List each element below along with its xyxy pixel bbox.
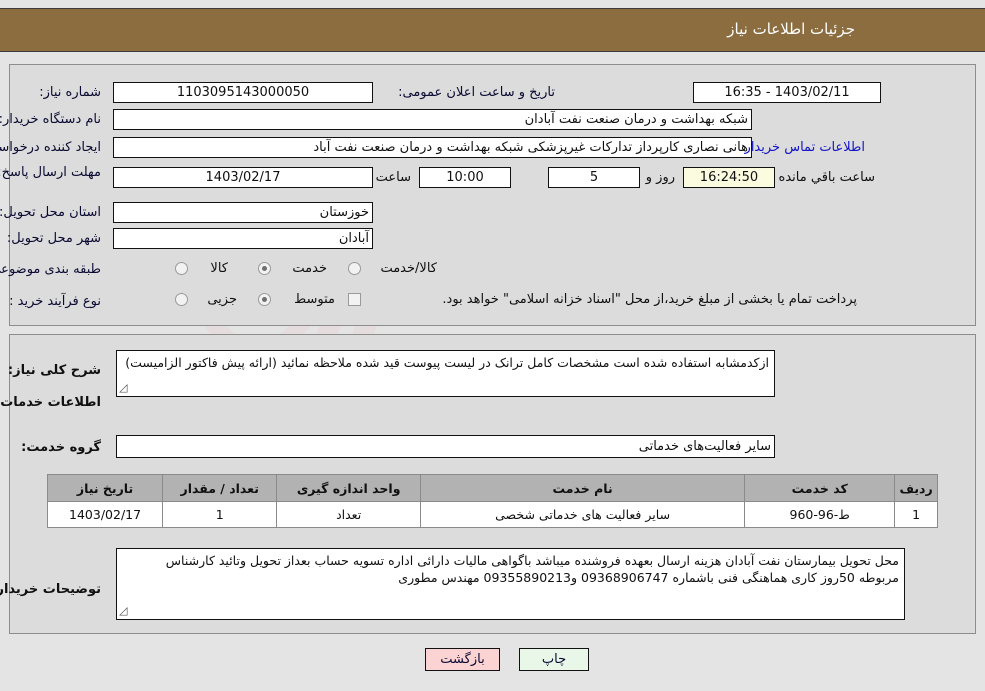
days-value: 5	[548, 167, 640, 188]
category-label: طبقه بندی موضوعی:	[0, 262, 101, 277]
page-root: AriaTender .net جزئیات اطلاعات نیاز شمار…	[0, 0, 985, 691]
buyer-notes-textarea[interactable]: محل تحویل بیمارستان نفت آبادان هزینه ارس…	[116, 548, 905, 620]
general-desc-label: شرح کلی نیاز:	[7, 363, 101, 378]
treasury-bond-note: پرداخت تمام یا بخشی از مبلغ خرید،از محل …	[442, 292, 857, 307]
hour-value: 10:00	[419, 167, 511, 188]
radio-label-kala: کالا	[210, 261, 228, 276]
radio-category-kala[interactable]	[175, 262, 188, 275]
radio-label-motavaset: متوسط	[294, 292, 335, 307]
service-group-label: گروه خدمت:	[21, 440, 101, 455]
resize-grip-icon[interactable]: ◺	[119, 379, 127, 396]
general-desc-textarea[interactable]: ازکدمشابه استفاده شده است مشخصات کامل تر…	[116, 350, 775, 397]
radio-label-jozii: جزیی	[207, 292, 237, 307]
creator-label: ایجاد کننده درخواست:	[0, 140, 101, 155]
radio-category-khedmat[interactable]	[258, 262, 271, 275]
treasury-bond-checkbox[interactable]	[348, 293, 361, 306]
radio-purchase-jozii[interactable]	[175, 293, 188, 306]
col-need-date: تاریخ نیاز	[46, 474, 164, 502]
buyer-contact-link[interactable]: اطلاعات تماس خریدار	[745, 140, 865, 155]
resize-grip-icon-2[interactable]: ◺	[119, 602, 127, 619]
services-section-title: اطلاعات خدمات مورد نیاز	[0, 395, 101, 410]
buyer-org-value: شبکه بهداشت و درمان صنعت نفت آبادان	[113, 109, 752, 130]
city-label: شهر محل تحویل:	[6, 231, 101, 246]
general-desc-text: ازکدمشابه استفاده شده است مشخصات کامل تر…	[125, 355, 769, 370]
cell-quantity: 1	[162, 501, 278, 528]
hour-label: ساعت	[375, 170, 411, 185]
need-number-label: شماره نیاز:	[39, 85, 101, 100]
remaining-time-value: 16:24:50	[683, 167, 775, 188]
col-unit: واحد اندازه گیری	[276, 474, 421, 502]
table-row: 1 ط-96-960 سایر فعالیت های خدماتی شخصی ت…	[46, 501, 938, 528]
buyer-notes-label: توضیحات خریدار:	[0, 582, 101, 597]
deadline-date-value: 1403/02/17	[113, 167, 373, 188]
buyer-notes-text: محل تحویل بیمارستان نفت آبادان هزینه ارس…	[165, 553, 899, 585]
days-and-label: روز و	[645, 170, 675, 185]
page-header-bar: جزئیات اطلاعات نیاز	[0, 8, 985, 52]
creator-value: هانی نصاری کارپرداز تدارکات غیرپزشکی شبک…	[113, 137, 752, 158]
services-table: ردیف کد خدمت نام خدمت واحد اندازه گیری ت…	[46, 474, 938, 528]
purchase-type-label: نوع فرآیند خرید :	[9, 294, 101, 309]
cell-unit: تعداد	[276, 501, 421, 528]
deadline-label: مهلت ارسال پاسخ: تا تاریخ:	[0, 165, 101, 180]
cell-radif: 1	[894, 501, 938, 528]
cell-need-date: 1403/02/17	[46, 501, 164, 528]
col-service-name: نام خدمت	[419, 474, 746, 502]
col-radif: ردیف	[894, 474, 938, 502]
page-title: جزئیات اطلاعات نیاز	[727, 20, 855, 38]
province-value: خوزستان	[113, 202, 373, 223]
radio-label-khedmat: خدمت	[292, 261, 327, 276]
service-group-value: سایر فعالیت‌های خدماتی	[116, 435, 775, 458]
city-value: آبادان	[113, 228, 373, 249]
announce-datetime-label: تاریخ و ساعت اعلان عمومی:	[398, 85, 555, 100]
buyer-org-label: نام دستگاه خریدار:	[0, 112, 101, 127]
cell-service-name: سایر فعالیت های خدماتی شخصی	[419, 501, 746, 528]
radio-label-kala-khedmat: کالا/خدمت	[380, 261, 437, 276]
print-button[interactable]: چاپ	[519, 648, 589, 671]
province-label: استان محل تحویل:	[0, 205, 101, 220]
remaining-time-label: ساعت باقي مانده	[778, 170, 875, 185]
announce-datetime-value: 1403/02/11 - 16:35	[693, 82, 881, 103]
radio-purchase-motavaset[interactable]	[258, 293, 271, 306]
back-button[interactable]: بازگشت	[425, 648, 500, 671]
need-summary-panel	[9, 64, 976, 326]
cell-service-code: ط-96-960	[744, 501, 896, 528]
need-number-value: 1103095143000050	[113, 82, 373, 103]
radio-category-kala-khedmat[interactable]	[348, 262, 361, 275]
col-service-code: کد خدمت	[744, 474, 896, 502]
col-quantity: تعداد / مقدار	[162, 474, 278, 502]
table-header-row: ردیف کد خدمت نام خدمت واحد اندازه گیری ت…	[46, 474, 938, 502]
